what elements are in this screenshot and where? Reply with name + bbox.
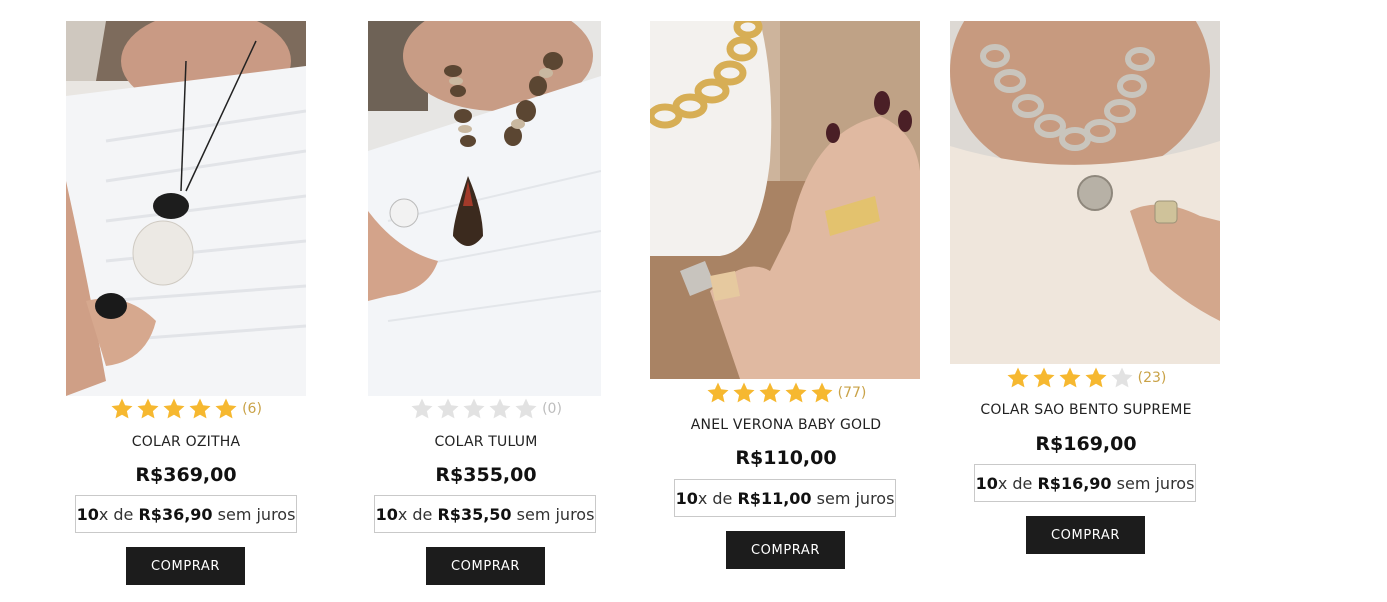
star-icon <box>514 397 538 421</box>
star-icon <box>732 381 756 405</box>
installment-count: 10 <box>975 473 998 493</box>
installment-suffix: sem juros <box>811 488 895 508</box>
installment-box: 10 x de R$16,90 sem juros <box>974 464 1196 502</box>
installment-x-de: x de <box>697 488 738 508</box>
star-icon <box>784 381 808 405</box>
star-icon <box>136 397 160 421</box>
product-card: (0) COLAR TULUM R$355,00 10 x de R$35,50… <box>336 0 636 602</box>
installment-box: 10 x de R$36,90 sem juros <box>75 495 297 533</box>
product-card: (23) COLAR SAO BENTO SUPREME R$169,00 10… <box>936 0 1236 602</box>
installment-x-de: x de <box>98 504 139 524</box>
rating: (6) <box>36 396 336 422</box>
star-icon <box>214 397 238 421</box>
buy-button[interactable]: COMPRAR <box>126 547 245 585</box>
installment-suffix: sem juros <box>511 504 595 524</box>
installment-value: R$16,90 <box>1037 473 1112 493</box>
rating: (77) <box>636 380 936 406</box>
star-icon <box>1006 366 1030 390</box>
product-name[interactable]: COLAR SAO BENTO SUPREME <box>936 402 1236 418</box>
product-image[interactable] <box>950 21 1220 364</box>
installment-x-de: x de <box>997 473 1038 493</box>
star-icon <box>1032 366 1056 390</box>
product-image[interactable] <box>66 21 306 396</box>
buy-button[interactable]: COMPRAR <box>1026 516 1145 554</box>
installment-value: R$11,00 <box>737 488 812 508</box>
star-icon <box>1084 366 1108 390</box>
installment-count: 10 <box>76 504 99 524</box>
star-icon <box>1058 366 1082 390</box>
product-price: R$355,00 <box>435 464 537 486</box>
installment-x-de: x de <box>397 504 438 524</box>
product-image[interactable] <box>368 21 601 396</box>
buy-button[interactable]: COMPRAR <box>726 531 845 569</box>
product-card: (6) COLAR OZITHA R$369,00 10 x de R$36,9… <box>36 0 336 602</box>
buy-button[interactable]: COMPRAR <box>426 547 545 585</box>
installment-count: 10 <box>375 504 398 524</box>
product-name[interactable]: ANEL VERONA BABY GOLD <box>636 417 936 433</box>
rating: (23) <box>936 365 1236 391</box>
star-icon <box>110 397 134 421</box>
product-card: (77) ANEL VERONA BABY GOLD R$110,00 10 x… <box>636 0 936 602</box>
star-icon <box>410 397 434 421</box>
review-count[interactable]: (0) <box>542 401 562 417</box>
star-icon <box>462 397 486 421</box>
product-image[interactable] <box>650 21 920 379</box>
product-name[interactable]: COLAR OZITHA <box>36 434 336 450</box>
star-icon <box>706 381 730 405</box>
review-count[interactable]: (6) <box>242 401 262 417</box>
installment-value: R$36,90 <box>138 504 213 524</box>
installment-box: 10 x de R$35,50 sem juros <box>374 495 596 533</box>
installment-suffix: sem juros <box>212 504 296 524</box>
installment-count: 10 <box>675 488 698 508</box>
review-count[interactable]: (23) <box>1138 370 1167 386</box>
product-price: R$169,00 <box>1035 433 1137 455</box>
product-name[interactable]: COLAR TULUM <box>336 434 636 450</box>
star-icon <box>810 381 834 405</box>
installment-suffix: sem juros <box>1111 473 1195 493</box>
star-icon <box>188 397 212 421</box>
star-icon <box>162 397 186 421</box>
product-price: R$369,00 <box>135 464 237 486</box>
star-icon <box>488 397 512 421</box>
star-icon <box>436 397 460 421</box>
star-icon <box>1110 366 1134 390</box>
star-icon <box>758 381 782 405</box>
product-price: R$110,00 <box>735 447 837 469</box>
installment-value: R$35,50 <box>437 504 512 524</box>
rating: (0) <box>336 396 636 422</box>
review-count[interactable]: (77) <box>838 385 867 401</box>
installment-box: 10 x de R$11,00 sem juros <box>674 479 896 517</box>
